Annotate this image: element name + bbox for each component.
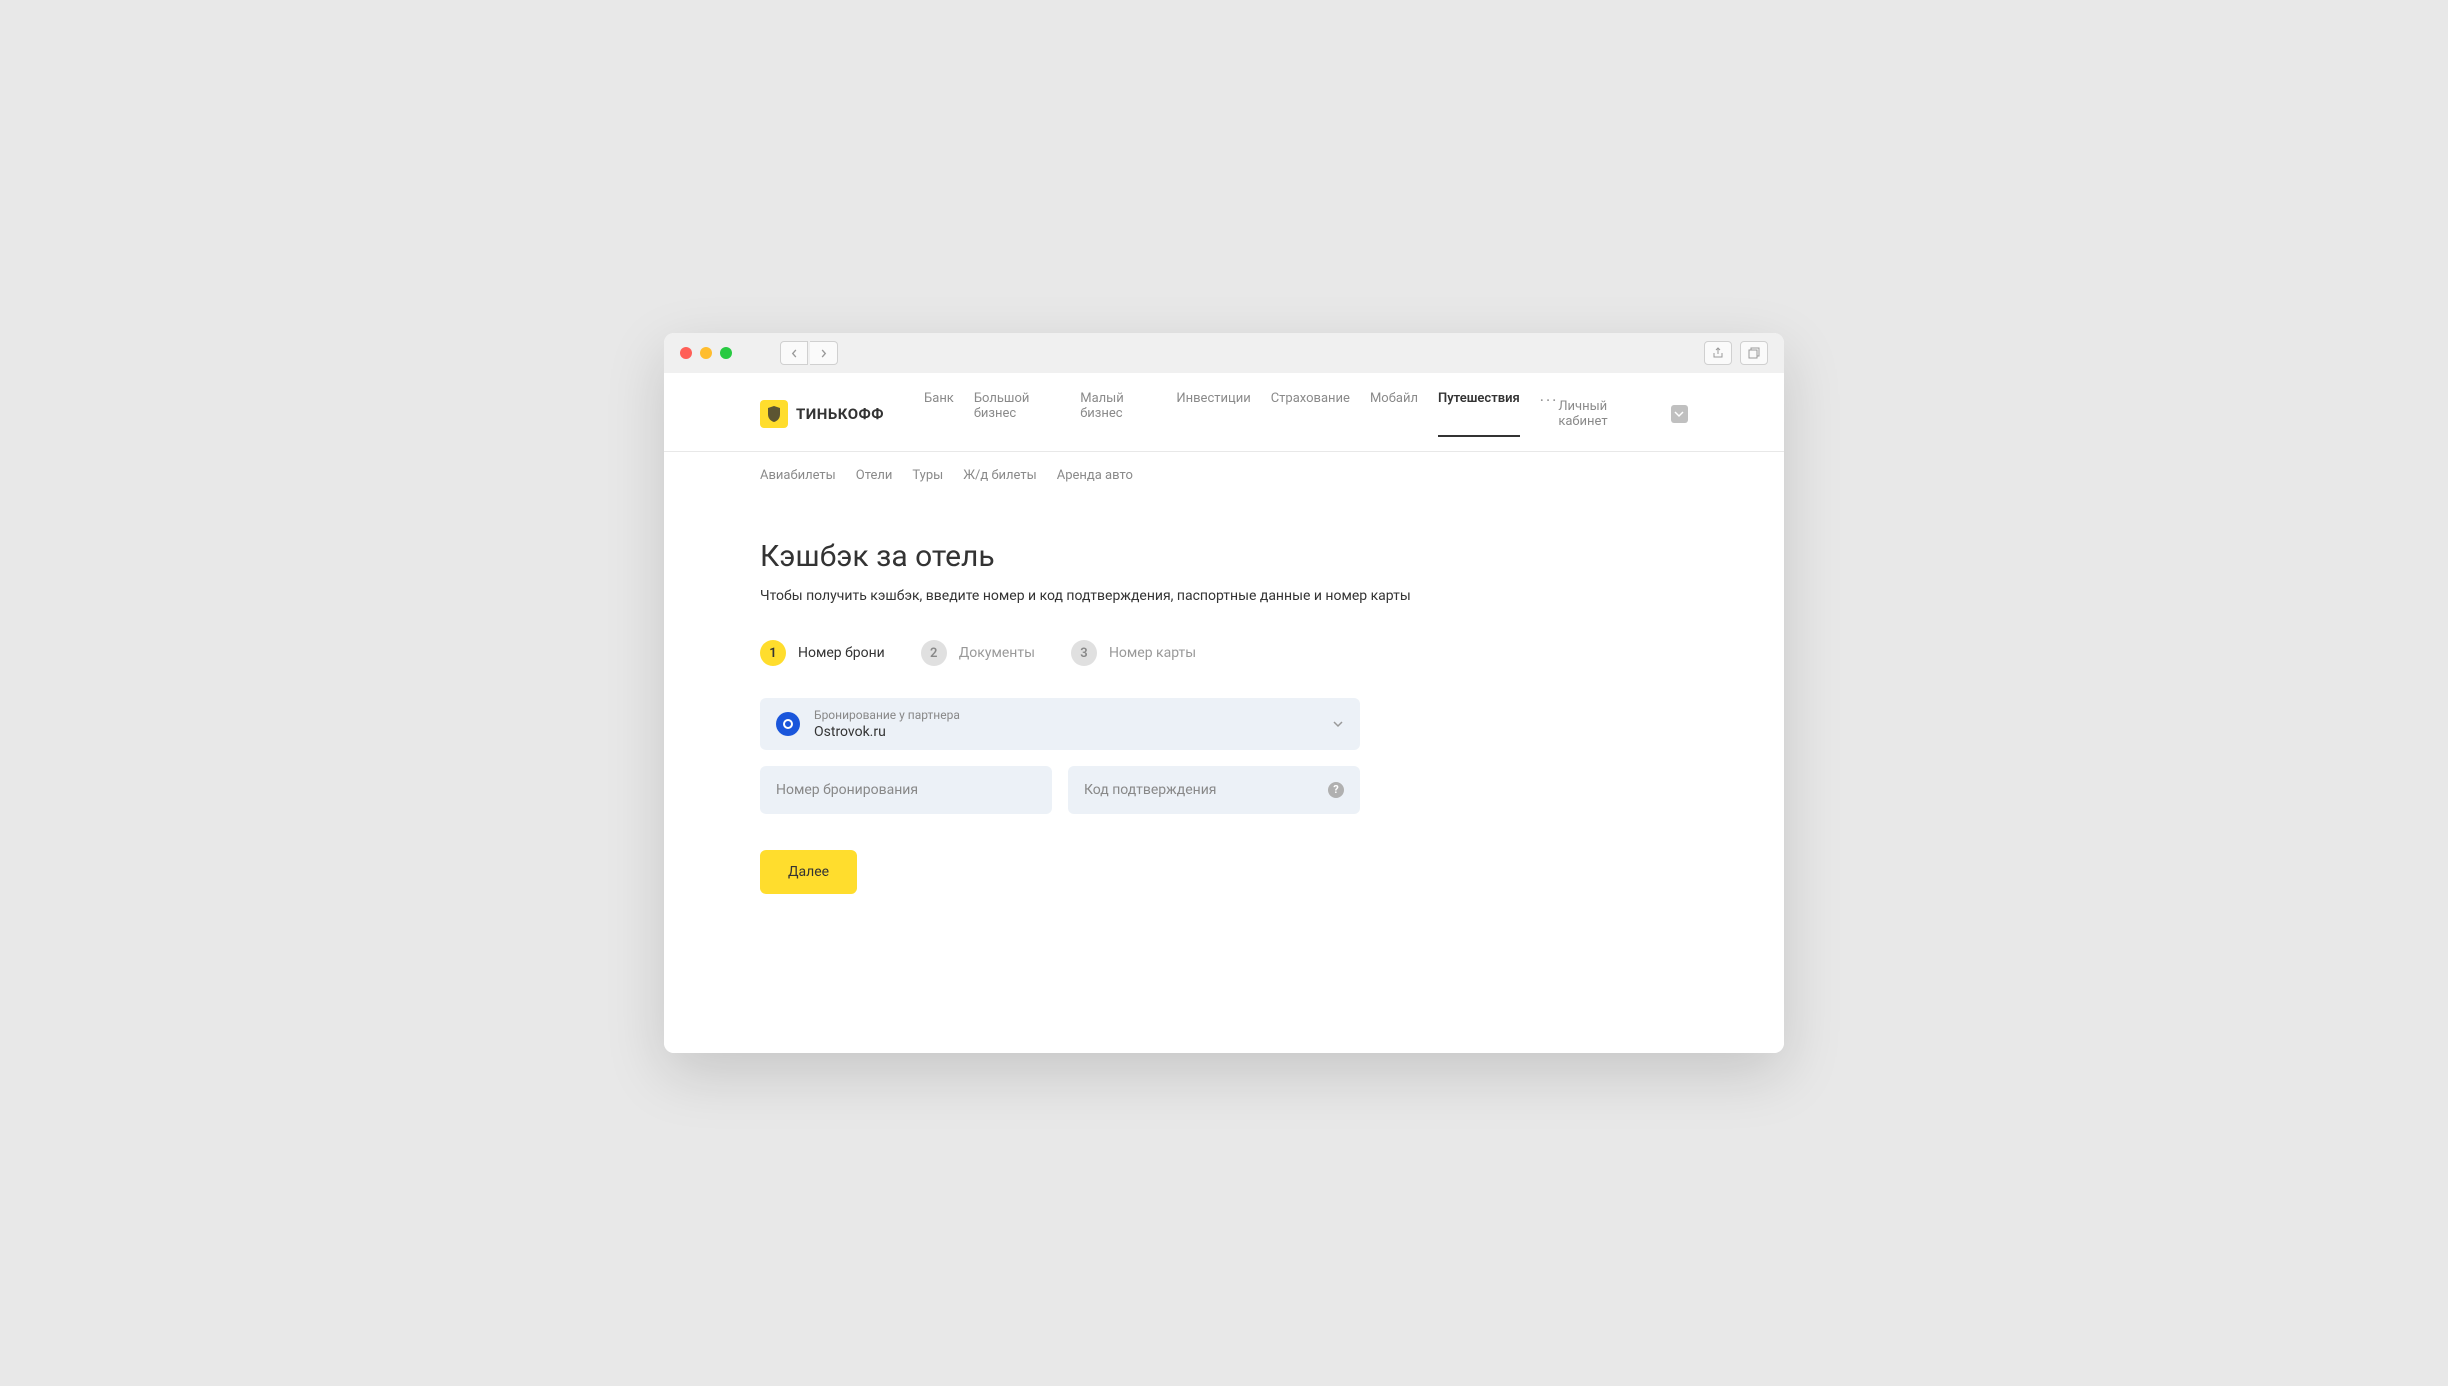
nav-travel[interactable]: Путешествия <box>1438 391 1520 437</box>
nav-investments[interactable]: Инвестиции <box>1176 391 1250 437</box>
tabs-button[interactable] <box>1740 341 1768 365</box>
page-subtitle: Чтобы получить кэшбэк, введите номер и к… <box>760 588 1688 604</box>
nav-bank[interactable]: Банк <box>924 391 954 437</box>
logo-shield-icon <box>760 400 788 428</box>
subnav-tours[interactable]: Туры <box>912 468 943 483</box>
booking-number-field <box>760 766 1052 814</box>
page-content: ТИНЬКОФФ Банк Большой бизнес Малый бизне… <box>664 373 1784 1053</box>
booking-number-input[interactable] <box>776 782 1036 798</box>
step-number: 3 <box>1071 640 1097 666</box>
confirmation-code-input[interactable] <box>1084 782 1318 798</box>
chevron-left-icon <box>790 349 799 358</box>
nav-buttons <box>780 341 838 365</box>
subnav-hotels[interactable]: Отели <box>856 468 893 483</box>
site-header: ТИНЬКОФФ Банк Большой бизнес Малый бизне… <box>664 373 1784 452</box>
logo-text: ТИНЬКОФФ <box>796 405 884 423</box>
maximize-window-icon[interactable] <box>720 347 732 359</box>
back-button[interactable] <box>780 341 808 365</box>
chevron-down-icon <box>1332 717 1344 731</box>
help-icon[interactable]: ? <box>1328 782 1344 798</box>
traffic-lights <box>680 347 732 359</box>
nav-small-business[interactable]: Малый бизнес <box>1080 391 1156 437</box>
minimize-window-icon[interactable] <box>700 347 712 359</box>
browser-titlebar <box>664 333 1784 373</box>
nav-insurance[interactable]: Страхование <box>1271 391 1350 437</box>
partner-select[interactable]: Бронирование у партнера Ostrovok.ru <box>760 698 1360 750</box>
close-window-icon[interactable] <box>680 347 692 359</box>
main-nav: Банк Большой бизнес Малый бизнес Инвести… <box>924 391 1558 437</box>
header-right: Личный кабинет <box>1558 399 1688 429</box>
nav-more-icon[interactable]: ··· <box>1540 391 1559 437</box>
step-card-number[interactable]: 3 Номер карты <box>1071 640 1196 666</box>
share-button[interactable] <box>1704 341 1732 365</box>
input-row: ? <box>760 766 1360 814</box>
browser-window: ТИНЬКОФФ Банк Большой бизнес Малый бизне… <box>664 333 1784 1053</box>
confirmation-code-field: ? <box>1068 766 1360 814</box>
chevron-right-icon <box>819 349 828 358</box>
subnav-car-rental[interactable]: Аренда авто <box>1057 468 1133 483</box>
forward-button[interactable] <box>810 341 838 365</box>
subnav-trains[interactable]: Ж/д билеты <box>963 468 1037 483</box>
partner-value: Ostrovok.ru <box>814 724 1318 740</box>
step-label: Документы <box>959 645 1035 661</box>
nav-big-business[interactable]: Большой бизнес <box>974 391 1060 437</box>
form-section: Бронирование у партнера Ostrovok.ru ? <box>760 698 1360 894</box>
share-icon <box>1712 347 1724 359</box>
step-documents[interactable]: 2 Документы <box>921 640 1035 666</box>
header-top: ТИНЬКОФФ Банк Большой бизнес Малый бизне… <box>760 391 1688 437</box>
main-content: Кэшбэк за отель Чтобы получить кэшбэк, в… <box>664 499 1784 954</box>
step-label: Номер карты <box>1109 645 1196 661</box>
page-title: Кэшбэк за отель <box>760 539 1688 574</box>
avatar[interactable] <box>1671 405 1688 423</box>
partner-text: Бронирование у партнера Ostrovok.ru <box>814 708 1318 740</box>
partner-logo-icon <box>776 712 800 736</box>
step-number: 1 <box>760 640 786 666</box>
step-label: Номер брони <box>798 645 885 661</box>
stepper: 1 Номер брони 2 Документы 3 Номер карты <box>760 640 1688 666</box>
subnav-flights[interactable]: Авиабилеты <box>760 468 836 483</box>
titlebar-right <box>1704 341 1768 365</box>
step-number: 2 <box>921 640 947 666</box>
logo[interactable]: ТИНЬКОФФ <box>760 400 884 428</box>
sub-nav: Авиабилеты Отели Туры Ж/д билеты Аренда … <box>664 452 1784 499</box>
personal-cabinet-link[interactable]: Личный кабинет <box>1558 399 1655 429</box>
avatar-icon <box>1673 409 1685 419</box>
nav-mobile[interactable]: Мобайл <box>1370 391 1418 437</box>
partner-label: Бронирование у партнера <box>814 708 1318 724</box>
step-booking-number[interactable]: 1 Номер брони <box>760 640 885 666</box>
submit-button[interactable]: Далее <box>760 850 857 894</box>
tabs-icon <box>1748 347 1760 359</box>
